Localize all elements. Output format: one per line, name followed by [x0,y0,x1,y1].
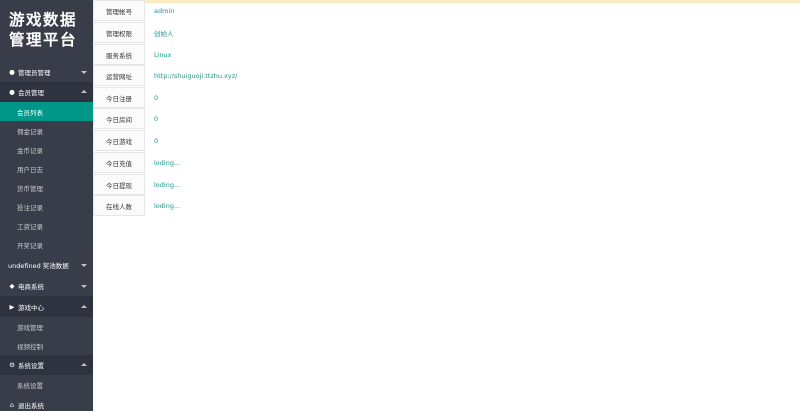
gear-icon: ⚙ [9,361,15,369]
play-circle-icon: ▶ [9,302,15,311]
app-logo-title: 游戏数据 管理平台 [0,0,93,62]
info-label: 服务系统 [93,44,145,65]
info-row-online-users: 在线人数 loding... [93,195,180,216]
submenu-label: 会员列表 [17,108,43,117]
info-row-admin-permission: 管理权限 创始人 [93,22,174,43]
info-row-today-withdraw: 今日提现 loding... [93,174,180,195]
submenu-label: 工资记录 [17,222,43,231]
info-label: 今日注册 [93,87,145,108]
menu-ecommerce[interactable]: ◆ 电商系统 [0,276,93,296]
users-icon: ● [9,88,15,96]
submenu-system-settings[interactable]: 系统设置 [0,375,93,394]
user-icon: ● [9,68,15,76]
info-label: 今日充值 [93,152,145,173]
submenu-label: 货币管理 [17,184,43,193]
chevron-down-icon [81,285,87,288]
submenu-label: 金币记录 [17,146,43,155]
submenu-label: 系统设置 [17,381,43,390]
info-value: loding... [154,201,181,210]
info-label: 今日房间 [93,108,145,129]
menu-logout[interactable]: ⌂ 退出系统 [0,394,93,411]
info-label: 今日游戏 [93,130,145,151]
info-value: 0 [154,136,159,145]
home-icon: ⌂ [9,400,15,409]
info-row-today-games: 今日游戏 0 [93,130,158,151]
chevron-down-icon [81,71,87,74]
info-value: 创始人 [154,29,174,38]
submenu-label: 投注记录 [17,203,43,212]
menu-logout-label: 退出系统 [18,401,44,410]
submenu-label: 游戏管理 [17,323,43,332]
info-row-site-url: 运营网址 http://shuiguoji.ttzhu.xyz/ [93,65,237,86]
submenu-member-list[interactable]: 会员列表 [0,102,93,121]
sidebar: 游戏数据 管理平台 ● 管理员管理 ● 会员管理 会员列表 佣金记录 金币记录 … [0,0,93,411]
info-panel: 管理帐号 admin 管理权限 创始人 服务系统 Linux 运营网址 http… [93,0,800,411]
info-label: 在线人数 [93,195,145,216]
submenu-user-logs[interactable]: 用户日志 [0,159,93,178]
menu-member-manage-label: 会员管理 [18,89,44,97]
submenu-game-manage[interactable]: 游戏管理 [0,317,93,336]
info-value: 0 [154,114,159,123]
site-url-link[interactable]: http://shuiguoji.ttzhu.xyz/ [154,72,237,80]
submenu-label: 开奖记录 [17,241,43,250]
info-row-admin-account: 管理帐号 admin [93,0,174,21]
submenu-currency-manage[interactable]: 货币管理 [0,178,93,197]
submenu-video-control[interactable]: 视频控制 [0,336,93,355]
info-row-today-register: 今日注册 0 [93,87,158,108]
menu-reward-data[interactable]: undefined 奖池数据 [0,254,93,276]
info-label: 管理帐号 [93,0,145,21]
app-title-line2: 管理平台 [9,31,78,49]
info-row-today-recharge: 今日充值 loding... [93,152,180,173]
submenu-label: 佣金记录 [17,127,43,136]
menu-ecommerce-label: 电商系统 [18,283,44,291]
chevron-up-icon [81,304,87,308]
info-value: loding... [154,158,181,167]
submenu-bet-records[interactable]: 投注记录 [0,197,93,216]
submenu-gold-records[interactable]: 金币记录 [0,140,93,159]
chevron-down-icon [81,264,87,267]
diamond-icon: ◆ [9,282,15,290]
menu-admin-manage[interactable]: ● 管理员管理 [0,62,93,82]
chevron-up-icon [81,90,87,93]
submenu-draw-records[interactable]: 开奖记录 [0,235,93,254]
menu-system-settings-label: 系统设置 [18,362,44,370]
info-value: Linux [154,50,172,59]
info-value: loding... [154,180,181,189]
menu-game-center[interactable]: ▶ 游戏中心 [0,296,93,317]
info-row-today-rooms: 今日房间 0 [93,108,158,129]
info-row-server-os: 服务系统 Linux [93,44,172,65]
info-value: admin [154,6,175,15]
menu-reward-data-label: undefined 奖池数据 [8,262,69,270]
menu-game-center-label: 游戏中心 [18,303,44,312]
info-label: 今日提现 [93,174,145,195]
menu-system-settings[interactable]: ⚙ 系统设置 [0,355,93,375]
menu-member-manage[interactable]: ● 会员管理 [0,82,93,102]
info-value: 0 [154,93,159,102]
app-title-line1: 游戏数据 [9,11,78,29]
info-label: 运营网址 [93,65,145,86]
submenu-label: 视频控制 [17,342,43,351]
submenu-label: 用户日志 [17,165,43,174]
menu-admin-manage-label: 管理员管理 [18,69,51,77]
info-label: 管理权限 [93,22,145,43]
submenu-salary-records[interactable]: 工资记录 [0,216,93,235]
submenu-commission-records[interactable]: 佣金记录 [0,121,93,140]
chevron-up-icon [81,363,87,366]
